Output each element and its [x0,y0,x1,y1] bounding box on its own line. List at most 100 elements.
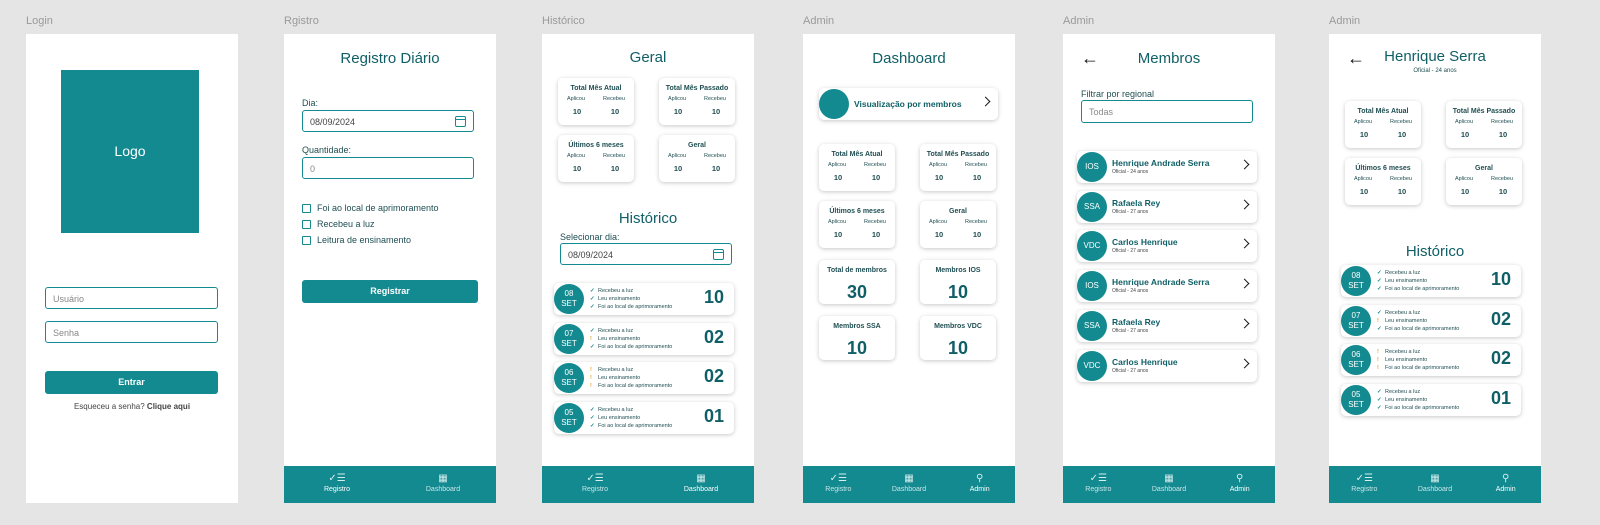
chevron-right-icon [1239,358,1250,368]
page-title: Dashboard [872,50,946,67]
nav-dashboard[interactable]: ▦ Dashboard [874,466,945,503]
nav-admin[interactable]: ⚲ Admin [1470,466,1541,503]
nav-registro[interactable]: ✓☰ Registro [1063,466,1134,503]
filter-label: Filtrar por regional [1081,89,1155,99]
check-icon: ✓ [1377,396,1382,403]
nav-dashboard_active[interactable]: ▦ Dashboard [648,466,754,503]
nav-registro[interactable]: ✓☰ Registro [542,466,648,503]
member-row[interactable]: IOS Henrique Andrade Serra Oficial - 24 an… [1077,151,1257,183]
warning-icon: ! [590,367,592,373]
history-entry[interactable]: 08 SET ✓ Recebeu a luz ✓ Leu ensinamento ✓ Foi… [1341,265,1521,297]
member-subtitle: Oficial - 24 anos [1413,68,1457,74]
quantity-input[interactable]: 0 [302,157,474,179]
regional-filter[interactable]: Todas [1081,100,1253,123]
forgot-password: Esqueceu a senha? Clique aqui [73,402,191,411]
checkbox[interactable] [302,219,311,229]
entry-count: 10 [1490,269,1511,289]
admin-icon: ⚲ [1502,473,1510,484]
check-icon: ✓ [590,343,595,350]
entry-count: 02 [703,366,724,386]
member-row[interactable]: SSA Rafaela Rey Oficial - 27 anos [1077,190,1257,223]
date-badge: 08 SET [1341,266,1371,296]
password-input[interactable]: Senha [45,321,218,343]
chevron-right-icon [1239,199,1250,210]
page-title: Membros [1137,50,1201,67]
dashboard-icon: ▦ [1430,473,1440,484]
nav-dashboard[interactable]: ▦ Dashboard [1134,466,1205,503]
history-entry[interactable]: 05 SET ✓ Recebeu a luz ✓ Leu ensinamento ✓ Foi… [554,401,734,434]
nav-dashboard[interactable]: ▦ Dashboard [1400,466,1471,503]
member-row[interactable]: IOS Henrique Andrade Serra Oficial - 24 an… [1077,270,1257,303]
forgot-link[interactable]: Clique aqui [147,402,190,411]
warning-icon: ! [1377,349,1379,355]
nav-registro[interactable]: ✓☰ Registro [1329,466,1400,503]
avatar: SSA [1077,310,1107,341]
entry-count: 02 [1490,308,1511,329]
member-row[interactable]: VDC Carlos Henrique Oficial - 27 anos [1077,230,1257,263]
entry-count: 01 [1490,387,1511,408]
historico-screen: Geral Total Mês Atual Aplicou Recebeu 10 1… [542,34,754,503]
date-badge: 06 SET [1341,345,1371,375]
warning-icon: ! [1377,357,1379,363]
check-icon: ✓ [590,422,595,429]
member-row[interactable]: VDC Carlos Henrique Oficial - 27 anos [1077,349,1257,382]
nav-admin[interactable]: ⚲ Admin [1204,466,1275,503]
calendar-icon[interactable] [455,116,466,127]
stat-card: Últimos 6 meses Aplicou Recebeu 10 10 [558,135,634,182]
frame-label: Admin [1063,15,1095,27]
stat-card: Geral Aplicou Recebeu 10 10 [920,201,996,248]
check-icon: ✓ [1377,404,1382,411]
bottom-nav: ✓☰ Registro ▦ Dashboard [542,466,754,503]
select-day-label: Selecionar dia: [560,232,620,242]
date-badge: 05 SET [554,402,584,433]
history-entry[interactable]: 07 SET ✓ Recebeu a luz! Leu ensinamento ✓ Foi… [1341,304,1521,337]
frame-label: Histórico [542,15,585,27]
avatar: IOS [1077,152,1107,182]
date-input[interactable]: 08/09/2024 [302,110,474,132]
warning-icon: ! [590,375,592,381]
check-icon: ✓ [590,304,595,310]
register-button[interactable]: Registrar [302,280,478,303]
entry-count: 10 [703,287,724,307]
chevron-right-icon [1239,159,1250,170]
enter-button[interactable]: Entrar [45,371,218,394]
stat-card: Total Mês Passado Aplicou Recebeu 10 10 [920,144,996,191]
frame-label: Admin [803,15,835,27]
date-input[interactable]: 08/09/2024 [560,243,732,265]
checkbox-item[interactable]: Foi ao local de aprimoramento [302,203,439,213]
total-card: Total de membros 30 [819,260,895,304]
history-entry[interactable]: 08 SET ✓ Recebeu a luz ✓ Leu ensinamento ✓ Foi… [554,283,734,315]
nav-registro[interactable]: ✓☰ Registro [803,466,874,503]
stat-card: Total Mês Atual Aplicou Recebeu 10 10 [558,78,634,125]
history-entry[interactable]: 05 SET ✓ Recebeu a luz ✓ Leu ensinamento ✓ Foi… [1341,383,1521,416]
warning-icon: ! [1377,317,1379,324]
check-icon: ✓ [1377,270,1382,276]
bottom-nav: ✓☰ Registro ▦ Dashboard ⚲ Admin [1063,466,1275,503]
history-entry[interactable]: 06 SET ! Recebeu a luz! Leu ensinamento! Foi… [554,362,734,394]
bottom-nav: ✓☰ Registro ▦ Dashboard ⚲ Admin [1329,466,1541,503]
history-entry[interactable]: 07 SET ✓ Recebeu a luz! Leu ensinamento ✓ Foi… [554,322,734,355]
total-card: Membros SSA 10 [819,316,895,360]
checkbox-item[interactable]: Recebeu a luz [302,219,375,229]
nav-admin[interactable]: ⚲ Admin [944,466,1015,503]
checkbox[interactable] [302,235,311,245]
membros-screen: ← Membros Filtrar por regional Todas IOS… [1063,34,1275,503]
dashboard-icon: ▦ [438,473,448,484]
stat-card: Geral Aplicou Recebeu 10 10 [659,135,735,182]
nav-dashboard[interactable]: ▦ Dashboard [390,466,496,503]
entry-count: 01 [703,405,724,426]
dashboard_active-icon: ▦ [696,473,706,484]
username-input[interactable]: Usuário [45,287,218,309]
checkbox-item[interactable]: Leitura de ensinamento [302,235,411,245]
checkbox[interactable] [302,203,311,213]
nav-registro[interactable]: ✓☰ Registro [284,466,390,503]
stat-card: Últimos 6 meses Aplicou Recebeu 10 10 [1345,158,1421,205]
chevron-right-icon [1239,238,1250,249]
entry-count: 02 [1490,348,1511,368]
calendar-icon[interactable] [713,249,724,260]
check-icon: ✓ [1377,388,1382,395]
history-entry[interactable]: 06 SET ! Recebeu a luz! Leu ensinamento! Foi… [1341,344,1521,376]
members-view-button[interactable]: Visualização por membros [819,88,998,120]
member-row[interactable]: SSA Rafaela Rey Oficial - 27 anos [1077,309,1257,342]
geral-title: Geral [629,49,667,66]
